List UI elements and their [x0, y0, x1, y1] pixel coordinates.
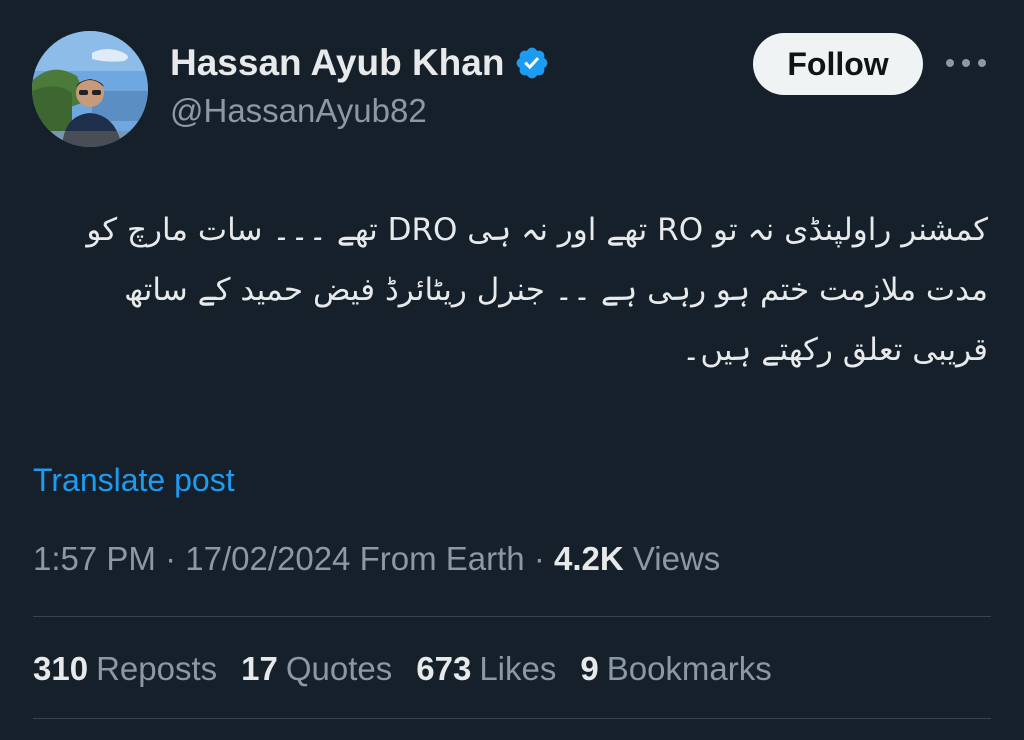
divider: [33, 718, 991, 719]
quotes-count: 17: [241, 650, 278, 687]
views-count: 4.2K: [553, 540, 624, 577]
meta-separator: ·: [533, 540, 545, 577]
reposts-stat[interactable]: 310 Reposts: [33, 650, 217, 688]
author-name[interactable]: Hassan Ayub Khan: [170, 42, 550, 84]
post-meta: 1:57 PM · 17/02/2024 From Earth · 4.2K V…: [33, 540, 720, 578]
bookmarks-count: 9: [580, 650, 599, 687]
post-stats: 310 Reposts 17 Quotes 673 Likes 9 Bookmarks: [33, 650, 772, 688]
reposts-label: Reposts: [96, 650, 218, 687]
author-handle[interactable]: @HassanAyub82: [170, 92, 427, 130]
translate-post-link[interactable]: Translate post: [33, 462, 235, 499]
post-location: From Earth: [359, 540, 525, 577]
quotes-label: Quotes: [285, 650, 393, 687]
meta-separator: ·: [165, 540, 177, 577]
quotes-stat[interactable]: 17 Quotes: [241, 650, 392, 688]
follow-button[interactable]: Follow: [753, 33, 923, 95]
views-label: Views: [632, 540, 721, 577]
author-name-text: Hassan Ayub Khan: [170, 42, 505, 83]
likes-count: 673: [416, 650, 472, 687]
avatar[interactable]: [32, 31, 148, 147]
verified-badge-icon: [514, 45, 550, 81]
more-options-button[interactable]: [944, 50, 988, 76]
more-horizontal-icon: [946, 59, 986, 67]
bookmarks-stat[interactable]: 9 Bookmarks: [580, 650, 771, 688]
bookmarks-label: Bookmarks: [606, 650, 772, 687]
post-time[interactable]: 1:57 PM: [33, 540, 156, 577]
avatar-image: [32, 31, 148, 147]
reposts-count: 310: [33, 650, 89, 687]
divider: [33, 616, 991, 617]
post-text: کمشنر راولپنڈی نہ تو RO تھے اور نہ ہی DR…: [86, 212, 988, 368]
post-date[interactable]: 17/02/2024: [185, 540, 350, 577]
likes-label: Likes: [479, 650, 557, 687]
likes-stat[interactable]: 673 Likes: [416, 650, 556, 688]
